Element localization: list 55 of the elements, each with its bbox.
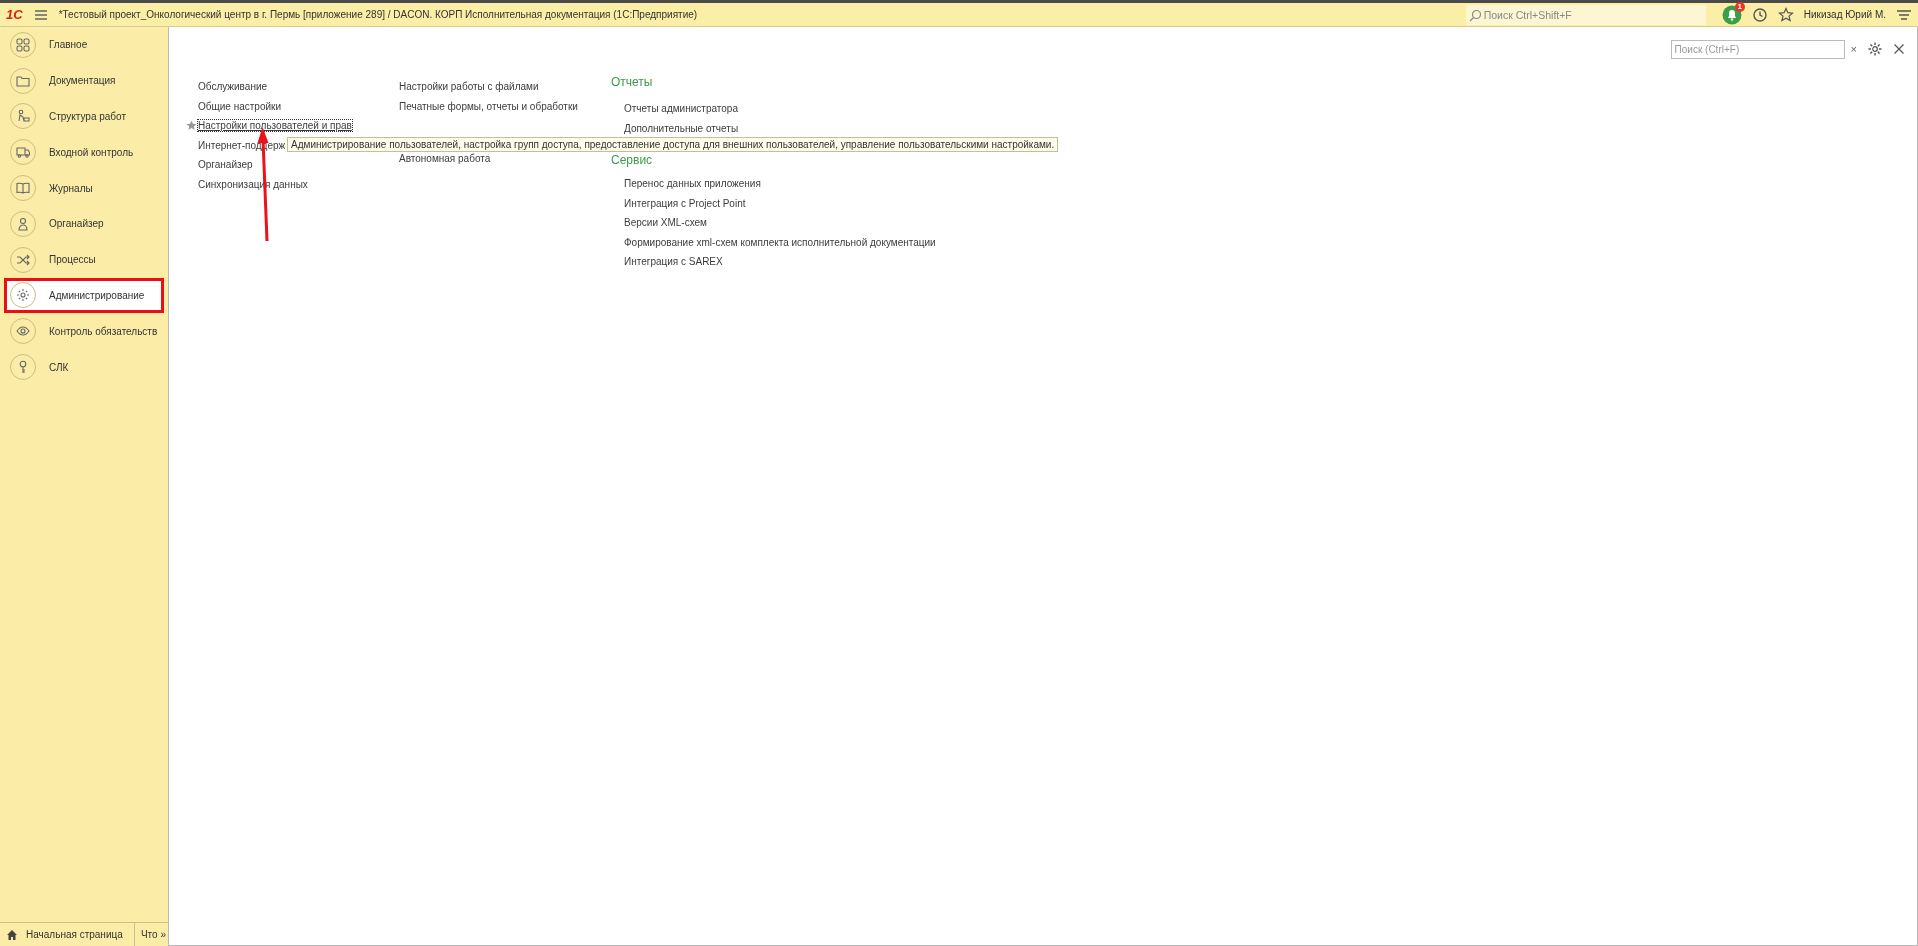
grid-icon (16, 37, 30, 52)
menu-icon[interactable] (1896, 7, 1912, 22)
menu-link[interactable]: Формирование xml-схем комплекта исполнительной документации (624, 236, 936, 248)
sidebar-item[interactable]: Журналы (4, 170, 164, 206)
person-icon (16, 216, 30, 231)
logo: 1С (6, 7, 23, 22)
book-icon (16, 181, 30, 196)
menu-link[interactable]: Обслуживание (198, 81, 268, 93)
sidebar-item[interactable]: Структура работ (4, 98, 164, 135)
menu-link[interactable]: Печатные формы, отчеты и обработки (399, 100, 578, 112)
people-icon (16, 109, 30, 124)
clear-button[interactable]: × (1850, 43, 1857, 55)
user-name[interactable]: Никизад Юрий М. (1803, 9, 1886, 20)
menu-link[interactable]: Органайзер (198, 159, 253, 171)
menu-link[interactable]: Дополнительные отчеты (624, 122, 739, 134)
menu-link[interactable]: Общие настройки (198, 100, 281, 112)
tooltip: Администрирование пользователей, настройка групп доступа, предоставление доступа для внешних пользователей, управление пользовательскими настройками. (287, 137, 1059, 152)
truck-icon (16, 145, 30, 160)
menu-icon[interactable] (32, 7, 49, 22)
gear-icon (16, 288, 30, 303)
menu-link[interactable]: Отчеты администратора (624, 103, 738, 115)
page-tab[interactable]: Начальная страница (0, 923, 135, 946)
menu-link[interactable]: Автономная работа (399, 153, 491, 165)
page-tab[interactable]: Что » (134, 923, 168, 946)
section-title: Сервис (611, 152, 654, 169)
menu-link[interactable]: Интеграция с Project Point (624, 197, 746, 209)
close-icon[interactable] (1893, 43, 1905, 55)
bell-icon[interactable] (1721, 4, 1742, 25)
star-icon[interactable] (186, 120, 197, 132)
folder-icon (16, 73, 30, 88)
sidebar-item[interactable]: Контроль обязательств (4, 313, 164, 350)
sidebar-item[interactable]: Администрирование (4, 277, 164, 314)
star-icon[interactable] (1777, 6, 1794, 23)
menu-link[interactable]: Перенос данных приложения (624, 178, 761, 190)
search-field[interactable]: Поиск Ctrl+Shift+F (1465, 4, 1706, 25)
section-title: Отчеты (611, 74, 654, 91)
sidebar-item[interactable]: Главное (4, 27, 164, 63)
search-icon (1468, 8, 1482, 22)
settings-icon[interactable] (1867, 41, 1883, 57)
sidebar-item[interactable]: Документация (4, 62, 164, 99)
sidebar-item[interactable]: Органайзер (4, 206, 164, 242)
window-title: *Тестовый проект_Онкологический центр в г. Пермь [приложение 289] / DACON. КОРП Исполнительная документация (1С:Предприятие) (58, 9, 699, 20)
sidebar-item[interactable]: СЛК (4, 349, 164, 385)
notification-badge: 1 (1734, 1, 1745, 12)
history-icon[interactable] (1751, 6, 1768, 23)
eye-icon (16, 324, 30, 339)
menu-link[interactable]: Интеграция с SAREX (624, 256, 723, 268)
sidebar-item[interactable]: Входной контроль (4, 134, 164, 171)
menu-link[interactable]: Настройки работы с файлами (399, 81, 539, 93)
home-icon (6, 928, 18, 941)
sidebar-item[interactable]: Процессы (4, 241, 164, 278)
search-field[interactable]: Поиск (Ctrl+F) (1670, 39, 1845, 59)
menu-link[interactable]: Версии XML-схем (624, 217, 707, 229)
menu-link[interactable]: Настройки пользователей и прав (198, 120, 352, 132)
shuffle-icon (16, 252, 30, 267)
